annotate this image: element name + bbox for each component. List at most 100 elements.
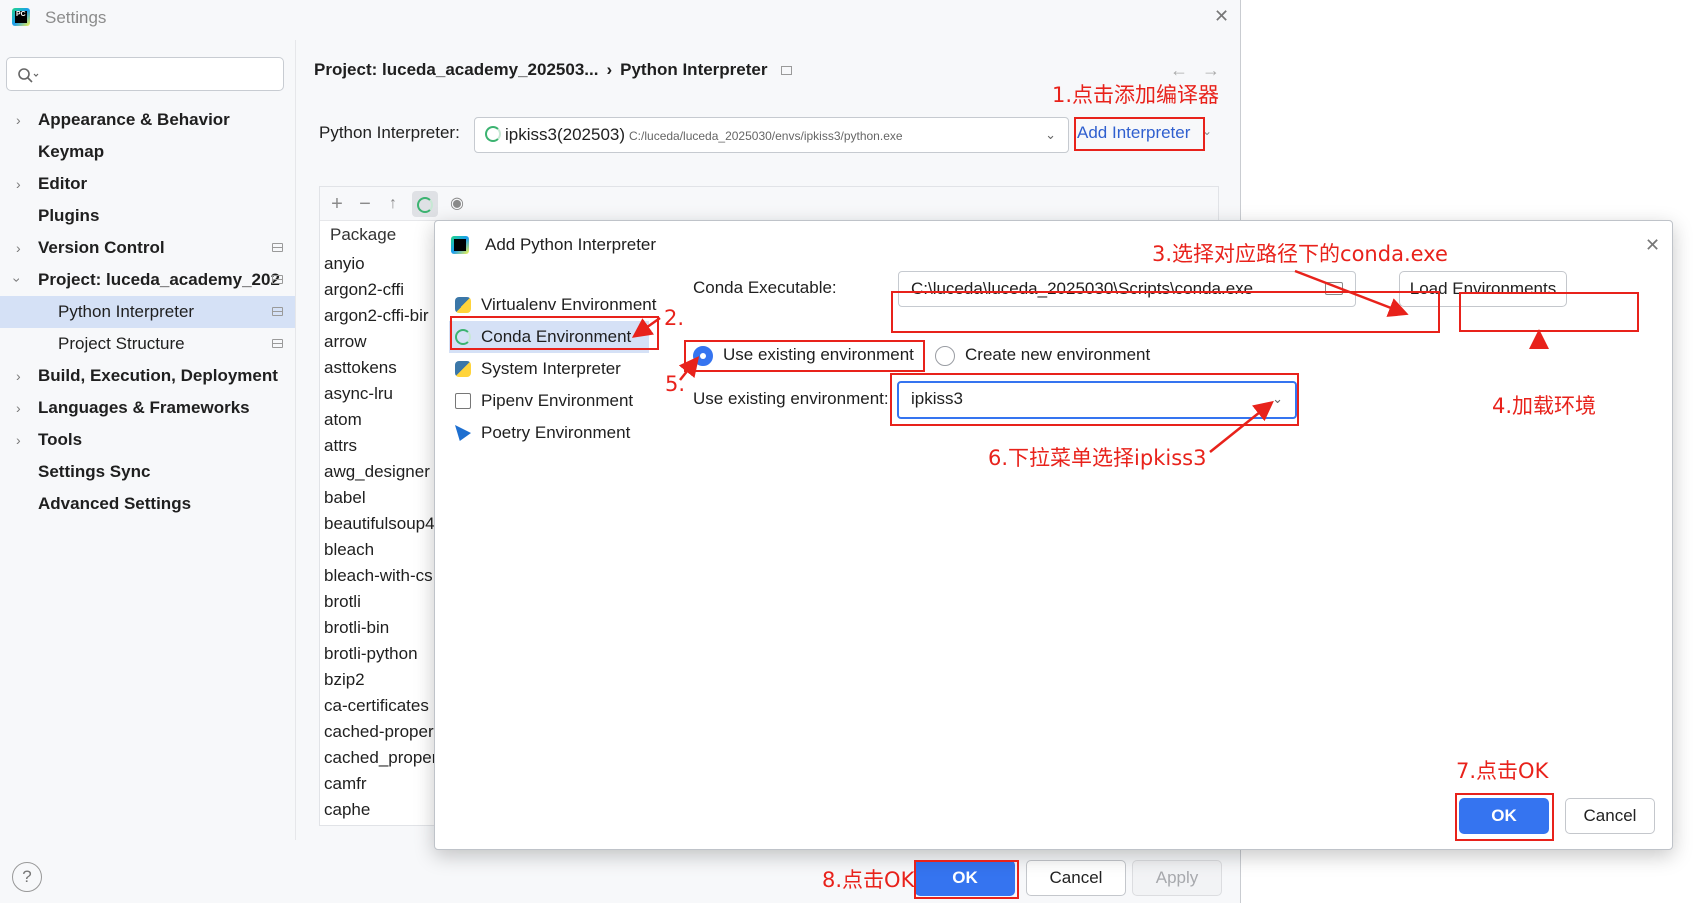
environment-type-list: Virtualenv Environment Conda Environment…: [449, 289, 656, 449]
nav-project-structure[interactable]: Project Structure: [0, 328, 295, 360]
nav-settings-sync[interactable]: Settings Sync: [0, 456, 295, 488]
nav-python-interpreter[interactable]: Python Interpreter: [0, 296, 295, 328]
python-icon: [455, 361, 471, 377]
annotation-step7: 7.点击OK: [1456, 759, 1549, 783]
nav-plugins[interactable]: Plugins: [0, 200, 295, 232]
project-scope-icon: [781, 66, 793, 76]
chevron-right-icon: ›: [16, 368, 21, 384]
annotation-step6: 6.下拉菜单选择ipkiss3: [988, 446, 1207, 470]
nav-languages[interactable]: › Languages & Frameworks: [0, 392, 295, 424]
annotation-step8: 8.点击OK: [822, 868, 915, 892]
env-poetry[interactable]: Poetry Environment: [449, 417, 649, 449]
eye-icon[interactable]: ◉: [444, 191, 470, 217]
package-row[interactable]: cached-proper: [324, 719, 437, 745]
annotation-box-use-existing: [684, 340, 925, 372]
annotation-step5: 5.: [665, 372, 686, 396]
settings-cancel-button[interactable]: Cancel: [1026, 860, 1126, 896]
chevron-right-icon: ›: [16, 400, 21, 416]
python-icon: [455, 297, 471, 313]
upgrade-icon[interactable]: ↑: [380, 191, 406, 217]
conda-executable-label: Conda Executable:: [693, 278, 837, 297]
nav-editor[interactable]: › Editor: [0, 168, 295, 200]
annotation-step2: 2.: [664, 306, 685, 330]
window-title: Settings: [45, 8, 107, 27]
remove-icon[interactable]: −: [352, 191, 378, 217]
project-scope-icon: [272, 243, 283, 252]
package-row[interactable]: camfr: [324, 771, 437, 797]
nav-version-control[interactable]: › Version Control: [0, 232, 295, 264]
package-row[interactable]: anyio: [324, 251, 437, 277]
package-row[interactable]: brotli-python: [324, 641, 437, 667]
package-row[interactable]: bzip2: [324, 667, 437, 693]
package-row[interactable]: async-lru: [324, 381, 437, 407]
folder-icon: [455, 393, 471, 409]
nav-build[interactable]: › Build, Execution, Deployment: [0, 360, 295, 392]
nav-tools[interactable]: › Tools: [0, 424, 295, 456]
package-row[interactable]: beautifulsoup4: [324, 511, 437, 537]
package-row[interactable]: atom: [324, 407, 437, 433]
dialog-title: Add Python Interpreter: [485, 235, 657, 254]
package-row[interactable]: awg_designer: [324, 459, 437, 485]
settings-apply-button[interactable]: Apply: [1132, 860, 1222, 896]
package-row[interactable]: asttokens: [324, 355, 437, 381]
project-scope-icon: [272, 339, 283, 348]
package-row[interactable]: ca-certificates: [324, 693, 437, 719]
nav-project[interactable]: › Project: luceda_academy_202: [0, 264, 295, 296]
settings-search-input[interactable]: [6, 57, 284, 91]
annotation-step3: 3.选择对应路径下的conda.exe: [1152, 242, 1448, 266]
package-row[interactable]: brotli: [324, 589, 437, 615]
package-column-header: Package: [330, 225, 397, 244]
back-forward-arrows[interactable]: ←→: [1170, 60, 1234, 81]
chevron-right-icon: ›: [16, 432, 21, 448]
pycharm-logo-icon: [451, 236, 469, 254]
env-system[interactable]: System Interpreter: [449, 353, 649, 385]
settings-titlebar: PC Settings ✕: [0, 0, 1240, 40]
package-row[interactable]: bleach-with-cs: [324, 563, 437, 589]
annotation-box-env-select: [890, 373, 1299, 426]
interpreter-label: Python Interpreter:: [319, 123, 460, 142]
poetry-icon: [455, 425, 471, 441]
annotation-box-load-env: [1459, 292, 1639, 332]
chevron-down-icon: ›: [9, 277, 26, 283]
settings-nav: › Appearance & Behavior Keymap › Editor Pl…: [0, 104, 295, 520]
nav-keymap[interactable]: Keymap: [0, 136, 295, 168]
help-button[interactable]: ?: [12, 862, 42, 892]
package-row[interactable]: argon2-cffi-bir: [324, 303, 437, 329]
annotation-box-conda-env: [450, 316, 659, 350]
dialog-close-icon[interactable]: ✕: [1645, 235, 1660, 256]
annotation-box-settings-ok: [914, 860, 1019, 899]
project-scope-icon: [272, 275, 283, 284]
env-pipenv[interactable]: Pipenv Environment: [449, 385, 649, 417]
nav-divider: [295, 40, 296, 840]
annotation-box-add-interpreter: [1074, 117, 1205, 151]
chevron-right-icon: ›: [16, 240, 21, 256]
radio-create-new-label[interactable]: Create new environment: [965, 345, 1150, 365]
search-icon: [18, 68, 39, 83]
package-row[interactable]: caphe: [324, 797, 437, 823]
package-toolbar: + − ↑ ◉: [320, 187, 1218, 221]
close-icon[interactable]: ✕: [1214, 6, 1229, 27]
annotation-step4: 4.加载环境: [1492, 394, 1597, 418]
add-icon[interactable]: +: [324, 191, 350, 217]
package-row[interactable]: arrow: [324, 329, 437, 355]
chevron-right-icon: ›: [16, 176, 21, 192]
conda-toggle-icon[interactable]: [412, 191, 438, 217]
package-row[interactable]: attrs: [324, 433, 437, 459]
package-row[interactable]: bleach: [324, 537, 437, 563]
breadcrumb: Project: luceda_academy_202503... › Python…: [314, 60, 793, 80]
nav-appearance[interactable]: › Appearance & Behavior: [0, 104, 295, 136]
package-row[interactable]: babel: [324, 485, 437, 511]
dialog-cancel-button[interactable]: Cancel: [1565, 798, 1655, 834]
annotation-step1: 1.点击添加编译器: [1052, 83, 1220, 107]
package-row[interactable]: cached_proper: [324, 745, 437, 771]
package-row[interactable]: argon2-cffi: [324, 277, 437, 303]
radio-create-new[interactable]: [935, 346, 955, 366]
chevron-down-icon: ⌄: [1045, 127, 1056, 142]
pycharm-logo-icon: PC: [12, 8, 30, 26]
nav-advanced-settings[interactable]: Advanced Settings: [0, 488, 295, 520]
package-list: anyio argon2-cffi argon2-cffi-bir arrow astt…: [324, 251, 437, 823]
package-row[interactable]: brotli-bin: [324, 615, 437, 641]
chevron-right-icon: ›: [16, 112, 21, 128]
conda-icon: [485, 126, 501, 142]
interpreter-select[interactable]: ipkiss3(202503) C:/luceda/luceda_2025030/…: [474, 117, 1069, 153]
